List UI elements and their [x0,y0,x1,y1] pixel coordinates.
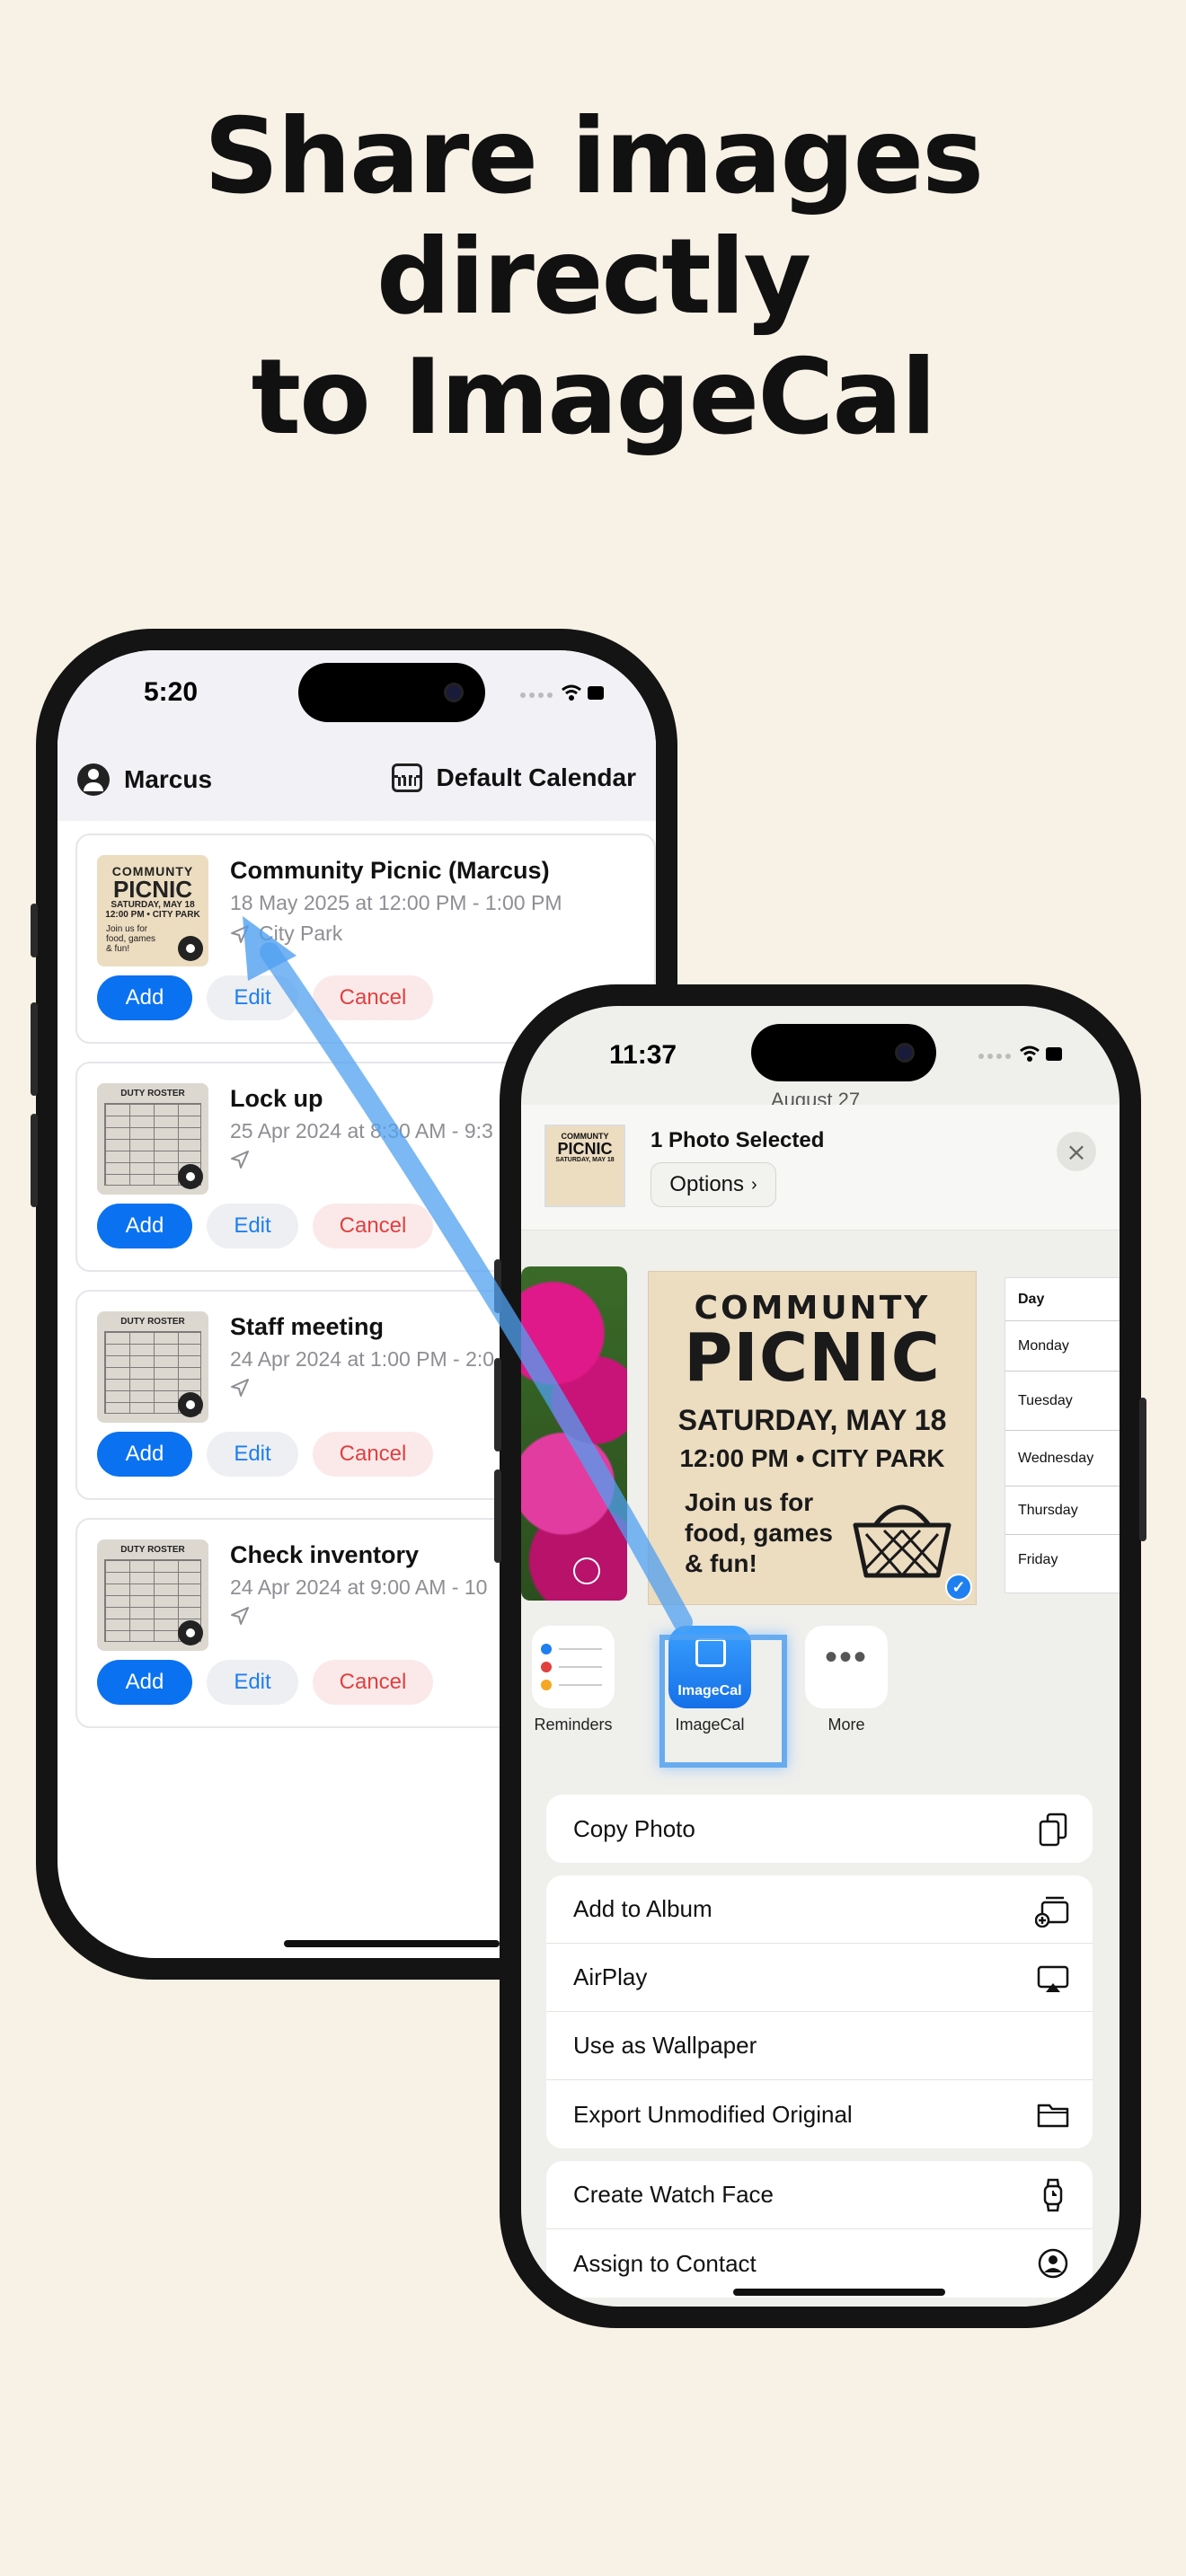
action-group-1: Copy Photo [546,1795,1093,1863]
add-button[interactable]: Add [97,1660,192,1705]
eye-icon[interactable] [178,1392,203,1417]
app-more[interactable]: ••• More [801,1626,891,1734]
add-button[interactable]: Add [97,975,192,1020]
event-location [230,1378,250,1398]
cancel-button[interactable]: Cancel [313,975,433,1020]
edit-button[interactable]: Edit [207,1660,298,1705]
chevron-right-icon: › [751,1174,757,1195]
status-time: 5:20 [144,677,199,707]
event-title: Community Picnic (Marcus) [230,857,550,884]
headline: Share images directly to ImageCal [0,97,1186,458]
flowers-photo[interactable] [521,1266,627,1601]
folder-icon [1037,2104,1069,2128]
right-phone: 11:37 August 27 COMMUNTY PICNIC SATURDAY… [494,984,1146,2328]
schedule-photo[interactable]: Day Monday Tuesday Wednesday Thursday Fr… [1005,1277,1120,1593]
action-copy-photo[interactable]: Copy Photo [546,1795,1093,1863]
user-selector[interactable]: Marcus [77,763,212,796]
location-arrow-icon [231,1151,249,1169]
cancel-button[interactable]: Cancel [313,1432,433,1477]
app-header: Marcus Default Calendar [58,740,656,821]
edit-button[interactable]: Edit [207,1432,298,1477]
photo-strip[interactable]: COMMUNTY PICNIC SATURDAY, MAY 18 12:00 P… [521,1231,1120,1604]
event-date: 24 Apr 2024 at 9:00 AM - 10 [230,1575,488,1599]
event-location [230,1150,250,1169]
selected-photo-thumbnail: COMMUNTY PICNIC SATURDAY, MAY 18 [544,1125,625,1207]
action-assign-to-contact[interactable]: Assign to Contact [546,2229,1093,2298]
album-icon [1035,1896,1069,1928]
event-location [230,1606,250,1626]
app-reminders[interactable]: Reminders [528,1626,618,1734]
status-icons [520,684,604,701]
cancel-button[interactable]: Cancel [313,1660,433,1705]
share-sheet-header: COMMUNTY PICNIC SATURDAY, MAY 18 1 Photo… [521,1105,1120,1231]
home-indicator [733,2289,945,2296]
event-thumbnail[interactable]: DUTY ROSTER [97,1539,208,1651]
person-icon [77,763,110,796]
calendar-name: Default Calendar [436,763,637,791]
event-title: Lock up [230,1085,323,1112]
status-time: 11:37 [609,1040,677,1070]
user-name: Marcus [124,765,213,793]
eye-icon[interactable] [178,1164,203,1189]
checkmark-icon: ✓ [945,1574,972,1601]
select-circle-icon[interactable] [573,1557,600,1584]
dynamic-island [298,663,485,722]
action-add-to-album[interactable]: Add to Album [546,1875,1093,1944]
event-title: Check inventory [230,1541,420,1568]
action-use-as-wallpaper[interactable]: Use as Wallpaper [546,2012,1093,2080]
location-arrow-icon [231,924,249,943]
event-date: 24 Apr 2024 at 1:00 PM - 2:0 [230,1347,495,1371]
event-title: Staff meeting [230,1313,385,1340]
calendar-icon [391,763,422,792]
dynamic-island [751,1024,936,1081]
calendar-selector[interactable]: Default Calendar [391,763,637,792]
picnic-basket-icon [853,1504,951,1578]
contact-icon [1038,2248,1068,2279]
location-arrow-icon [231,1607,249,1625]
status-icons [978,1045,1062,1062]
edit-button[interactable]: Edit [207,1204,298,1248]
event-thumbnail[interactable]: COMMUNTY PICNIC SATURDAY, MAY 18 12:00 P… [97,855,208,966]
share-apps-row: Reminders ImageCal ImageCal ••• More [521,1626,1120,1751]
location-arrow-icon [231,1379,249,1397]
action-create-watch-face[interactable]: Create Watch Face [546,2161,1093,2229]
add-button[interactable]: Add [97,1432,192,1477]
imagecal-highlight-box [659,1635,787,1768]
edit-button[interactable]: Edit [207,975,298,1020]
cancel-button[interactable]: Cancel [313,1204,433,1248]
headline-line-2: to ImageCal [251,337,937,458]
event-location: City Park [230,922,342,946]
airplay-icon [1037,1965,1069,1992]
event-date: 25 Apr 2024 at 8:30 AM - 9:3 [230,1119,493,1142]
action-airplay[interactable]: AirPlay [546,1944,1093,2012]
event-date: 18 May 2025 at 12:00 PM - 1:00 PM [230,891,562,914]
headline-line-1: Share images directly [203,96,984,338]
eye-icon[interactable] [178,936,203,961]
selection-title: 1 Photo Selected [651,1128,825,1152]
reminders-icon [532,1626,615,1708]
more-dots-icon: ••• [805,1626,888,1708]
action-group-3: Create Watch Face Assign to Contact [546,2161,1093,2298]
copy-icon [1039,1813,1067,1847]
picnic-poster-photo[interactable]: COMMUNTY PICNIC SATURDAY, MAY 18 12:00 P… [649,1272,976,1604]
action-export-original[interactable]: Export Unmodified Original [546,2080,1093,2148]
event-thumbnail[interactable]: DUTY ROSTER [97,1311,208,1423]
watch-icon [1043,2178,1063,2211]
close-icon[interactable]: × [1057,1132,1096,1171]
action-group-2: Add to Album AirPlay Use as Wallpaper Ex… [546,1875,1093,2148]
eye-icon[interactable] [178,1620,203,1645]
add-button[interactable]: Add [97,1204,192,1248]
right-phone-screen: 11:37 August 27 COMMUNTY PICNIC SATURDAY… [521,1006,1120,2307]
home-indicator [284,1940,500,1947]
options-button[interactable]: Options › [651,1162,776,1207]
event-thumbnail[interactable]: DUTY ROSTER [97,1083,208,1195]
